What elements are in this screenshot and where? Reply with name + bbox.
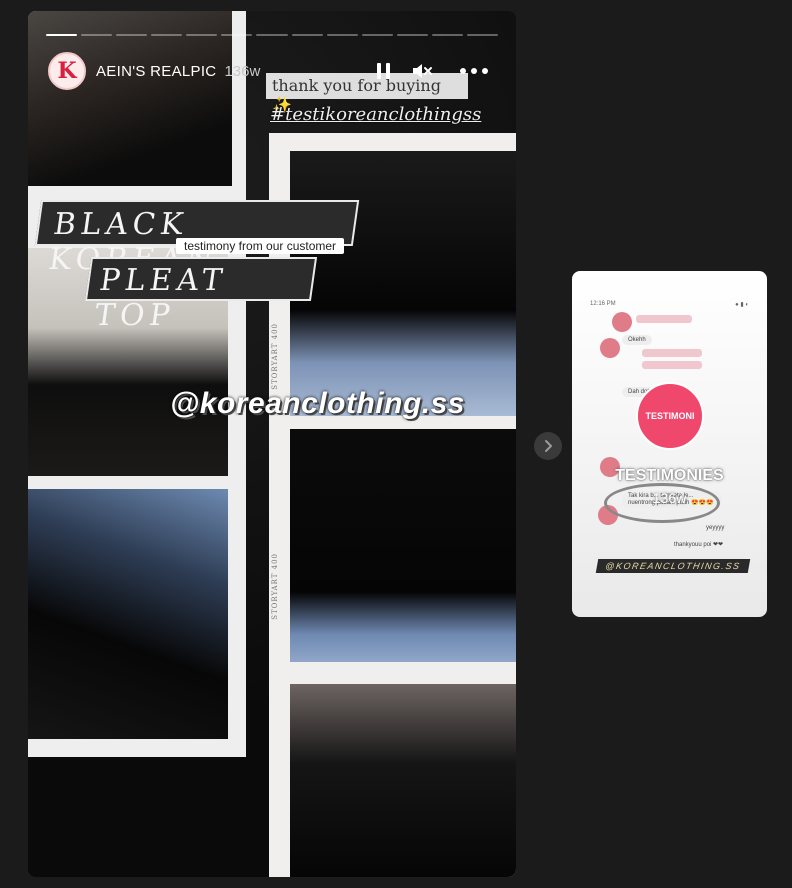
username[interactable]: AEIN'S REALPIC bbox=[96, 63, 216, 80]
progress-segment bbox=[256, 34, 288, 36]
film-strip-label: STORYART 400 bbox=[271, 323, 279, 390]
progress-segment bbox=[291, 34, 323, 36]
photo-top-front-3 bbox=[290, 684, 516, 877]
progress-segment bbox=[326, 34, 358, 36]
progress-segment bbox=[361, 34, 393, 36]
preview-status-bar: 12:16 PM ● ▮ ◐ bbox=[590, 301, 749, 309]
collage-left-panel bbox=[28, 11, 246, 757]
progress-segment bbox=[431, 34, 463, 36]
next-story-button[interactable] bbox=[534, 432, 562, 460]
story-progress-bar bbox=[46, 34, 499, 36]
caption-hashtag[interactable]: #testikoreanclothingss bbox=[266, 102, 481, 128]
avatar-letter: K bbox=[57, 58, 77, 84]
progress-segment bbox=[116, 34, 148, 36]
chat-avatar bbox=[612, 312, 632, 332]
progress-segment bbox=[151, 34, 183, 36]
testimony-tag: testimony from our customer bbox=[176, 238, 345, 254]
product-title-line2: PLEAT TOP bbox=[84, 257, 318, 333]
photo-top-front-1 bbox=[290, 151, 516, 416]
progress-segment bbox=[396, 34, 428, 36]
progress-segment bbox=[81, 34, 113, 36]
progress-segment bbox=[186, 34, 218, 36]
preview-title: TESTIMONIES bbox=[615, 467, 724, 484]
next-story-preview[interactable]: 12:16 PM ● ▮ ◐ Okehh Dah dot Tak kira b.… bbox=[572, 271, 767, 617]
chat-bubble bbox=[636, 315, 692, 323]
progress-segment bbox=[221, 34, 253, 36]
preview-status-time: 12:16 PM bbox=[590, 301, 616, 307]
chat-message: Okehh bbox=[622, 335, 652, 345]
mute-icon[interactable] bbox=[410, 59, 434, 83]
photo-mirror-selfie-3 bbox=[28, 489, 228, 739]
chat-message: yeyyyy bbox=[700, 523, 731, 533]
post-age: 136w bbox=[224, 62, 261, 80]
photo-mirror-selfie-1 bbox=[28, 11, 232, 186]
film-strip-label: STORYART 400 bbox=[271, 553, 279, 620]
more-options-icon[interactable] bbox=[460, 59, 488, 83]
progress-segment bbox=[46, 34, 78, 36]
chat-bubble bbox=[642, 349, 702, 357]
preview-handle: @KOREANCLOTHING.SS bbox=[595, 559, 751, 573]
progress-segment bbox=[466, 34, 499, 36]
chevron-right-icon bbox=[545, 440, 552, 452]
preview-status-icons: ● ▮ ◐ bbox=[735, 302, 749, 308]
chat-message: thankyouu poi ❤❤ bbox=[668, 539, 730, 550]
chat-avatar bbox=[600, 338, 620, 358]
preview-avatar: TESTIMONI bbox=[636, 382, 704, 450]
pause-icon[interactable] bbox=[372, 59, 396, 83]
avatar[interactable]: K bbox=[48, 52, 86, 90]
story-header: K AEIN'S REALPIC 136w bbox=[48, 51, 496, 91]
store-handle-sticker[interactable]: @koreanclothing.ss bbox=[170, 387, 465, 421]
preview-age: 136w bbox=[652, 490, 687, 506]
chat-bubble bbox=[642, 361, 702, 369]
story-viewer[interactable]: STORYART 400 STORYART 400 thank you for … bbox=[28, 11, 516, 877]
photo-top-front-2 bbox=[290, 429, 516, 662]
